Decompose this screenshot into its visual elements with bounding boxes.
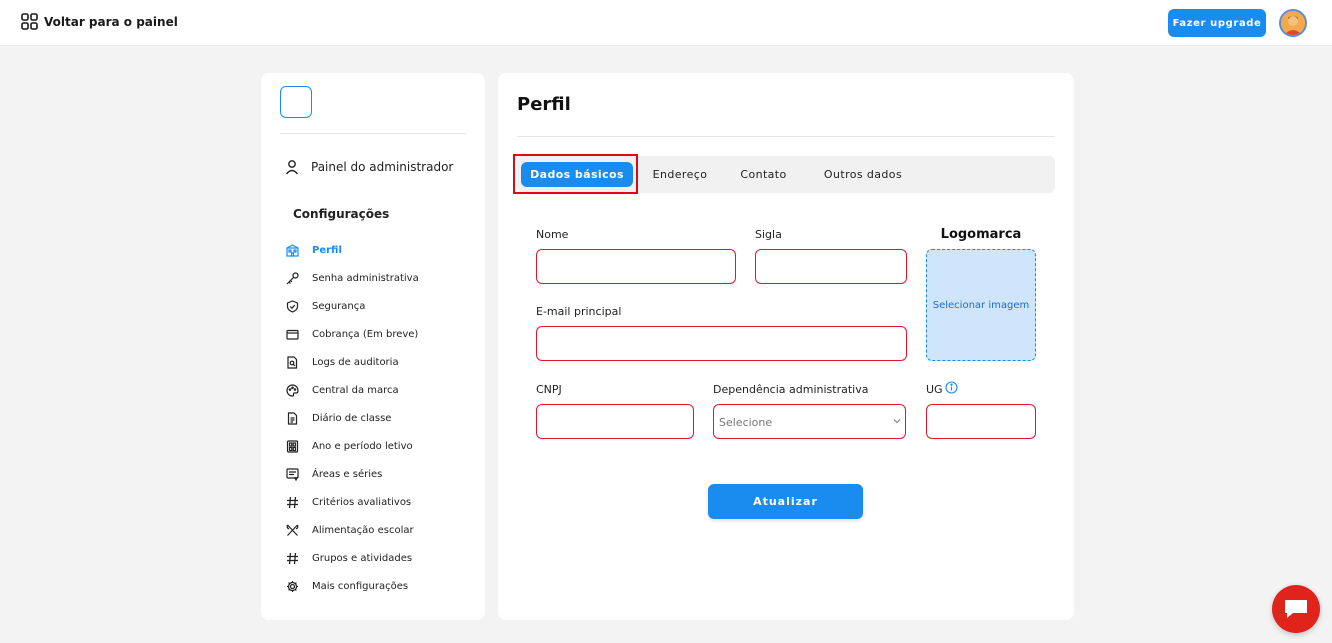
- sidebar-item-label: Diário de classe: [312, 412, 392, 424]
- upgrade-button[interactable]: Fazer upgrade: [1168, 9, 1266, 37]
- sidebar-divider: [280, 133, 466, 134]
- sidebar-item-diario-de-classe[interactable]: Diário de classe: [285, 404, 419, 432]
- select-image-label: Selecionar imagem: [932, 299, 1030, 311]
- sidebar-item-areas-e-series[interactable]: Áreas e séries: [285, 460, 419, 488]
- nome-label: Nome: [536, 228, 569, 241]
- back-to-dashboard-link[interactable]: Voltar para o painel: [21, 13, 178, 30]
- chevron-down-icon: [893, 419, 901, 424]
- sidebar-item-label: Senha administrativa: [312, 272, 419, 284]
- nome-input[interactable]: [536, 249, 736, 284]
- sidebar-item-ano-e-periodo-letivo[interactable]: Ano e período letivo: [285, 432, 419, 460]
- sidebar-item-cobranca[interactable]: Cobrança (Em breve): [285, 320, 419, 348]
- dependencia-select[interactable]: Selecione: [713, 404, 906, 439]
- sidebar-item-logs-de-auditoria[interactable]: Logs de auditoria: [285, 348, 419, 376]
- update-button[interactable]: Atualizar: [708, 484, 863, 519]
- settings-sidebar: Painel do administrador Configurações Pe…: [261, 73, 485, 620]
- page-title: Perfil: [517, 94, 571, 115]
- sidebar-item-grupos-e-atividades[interactable]: Grupos e atividades: [285, 544, 419, 572]
- tab-outros-dados[interactable]: Outros dados: [813, 162, 913, 187]
- sidebar-item-label: Perfil: [312, 244, 342, 256]
- hash-icon: [285, 551, 299, 565]
- card-icon: [285, 327, 299, 341]
- file-search-icon: [285, 355, 299, 369]
- logo-upload-area[interactable]: Selecionar imagem: [926, 249, 1036, 361]
- ug-label: UG: [926, 383, 943, 396]
- utensils-icon: [285, 523, 299, 537]
- logo-title: Logomarca: [940, 227, 1022, 242]
- admin-panel-link[interactable]: Painel do administrador: [285, 159, 453, 175]
- sidebar-item-label: Cobrança (Em breve): [312, 328, 419, 340]
- settings-menu: Perfil Senha administrativa Segurança Co…: [285, 236, 419, 600]
- sidebar-item-label: Logs de auditoria: [312, 356, 399, 368]
- chat-button[interactable]: [1272, 585, 1320, 633]
- shield-icon: [285, 299, 299, 313]
- user-avatar-icon: [1281, 11, 1305, 35]
- email-label: E-mail principal: [536, 305, 622, 318]
- sidebar-item-criterios-avaliativos[interactable]: Critérios avaliativos: [285, 488, 419, 516]
- list-icon: [285, 467, 299, 481]
- sigla-label: Sigla: [755, 228, 782, 241]
- tab-highlight-box: [513, 154, 638, 194]
- building-icon: [285, 243, 299, 257]
- chat-bubble-icon: [1285, 600, 1307, 618]
- sidebar-item-label: Áreas e séries: [312, 468, 383, 480]
- dependencia-label: Dependência administrativa: [713, 383, 869, 396]
- document-icon: [285, 411, 299, 425]
- profile-card: Perfil Dados básicos Endereço Contato Ou…: [498, 73, 1074, 620]
- email-input[interactable]: [536, 326, 907, 361]
- sidebar-item-alimentacao-escolar[interactable]: Alimentação escolar: [285, 516, 419, 544]
- sidebar-item-central-da-marca[interactable]: Central da marca: [285, 376, 419, 404]
- gear-icon: [285, 579, 299, 593]
- cnpj-input[interactable]: [536, 404, 694, 439]
- cnpj-label: CNPJ: [536, 383, 562, 396]
- sidebar-section-title: Configurações: [293, 207, 390, 221]
- sidebar-item-label: Segurança: [312, 300, 366, 312]
- admin-panel-label: Painel do administrador: [311, 160, 454, 174]
- sidebar-item-seguranca[interactable]: Segurança: [285, 292, 419, 320]
- top-bar: Voltar para o painel Fazer upgrade: [0, 0, 1332, 46]
- sidebar-item-mais-configuracoes[interactable]: Mais configurações: [285, 572, 419, 600]
- sigla-input[interactable]: [755, 249, 907, 284]
- sidebar-item-label: Critérios avaliativos: [312, 496, 412, 508]
- sidebar-item-label: Mais configurações: [312, 580, 409, 592]
- palette-icon: [285, 383, 299, 397]
- avatar[interactable]: [1279, 9, 1307, 37]
- sidebar-item-label: Grupos e atividades: [312, 552, 413, 564]
- sidebar-item-label: Central da marca: [312, 384, 399, 396]
- sidebar-item-perfil[interactable]: Perfil: [285, 236, 419, 264]
- sidebar-item-label: Ano e período letivo: [312, 440, 413, 452]
- tab-endereco[interactable]: Endereço: [641, 162, 719, 187]
- grid-icon: [21, 13, 38, 30]
- info-icon[interactable]: [945, 381, 958, 394]
- dependencia-selected-value: Selecione: [719, 416, 773, 429]
- sidebar-item-senha-administrativa[interactable]: Senha administrativa: [285, 264, 419, 292]
- hash-icon: [285, 495, 299, 509]
- sidebar-item-label: Alimentação escolar: [312, 524, 414, 536]
- ug-input[interactable]: [926, 404, 1036, 439]
- tab-contato[interactable]: Contato: [731, 162, 796, 187]
- back-label: Voltar para o painel: [44, 14, 178, 29]
- user-icon: [285, 160, 299, 175]
- institution-logo: [280, 86, 312, 118]
- key-icon: [285, 271, 299, 285]
- title-divider: [517, 136, 1055, 137]
- calendar-icon: [285, 439, 299, 453]
